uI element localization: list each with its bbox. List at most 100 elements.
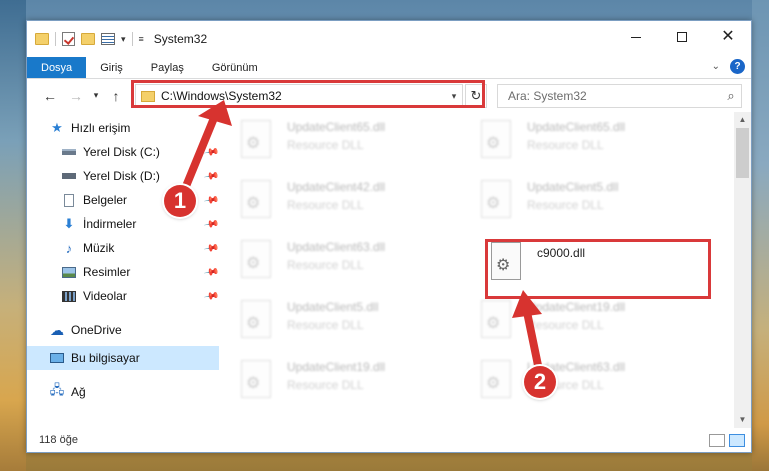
file-item[interactable]: ⚙ UpdateClient63.dll Resource DLL: [241, 240, 461, 290]
properties-check-icon[interactable]: [62, 32, 75, 46]
forward-arrow-icon[interactable]: →: [63, 88, 89, 104]
sidebar-item-network[interactable]: 🖧 Ağ: [27, 380, 219, 404]
sidebar-item-label: Müzik: [83, 241, 115, 255]
close-button[interactable]: ✕: [705, 21, 751, 53]
pin-icon[interactable]: 📌: [203, 264, 220, 280]
toolbar-divider: [55, 32, 56, 46]
file-type: Resource DLL: [287, 258, 364, 272]
gear-icon: ⚙: [486, 315, 501, 332]
desktop-background-left: [0, 0, 26, 471]
sidebar-item-local-disk-d[interactable]: Yerel Disk (D:) 📌: [27, 164, 219, 188]
file-name: UpdateClient65.dll: [527, 120, 626, 134]
file-item[interactable]: ⚙ UpdateClient5.dll Resource DLL: [241, 300, 461, 350]
gear-icon: ⚙: [486, 375, 501, 392]
file-item[interactable]: ⚙ UpdateClient19.dll Resource DLL: [481, 300, 701, 350]
tab-file[interactable]: Dosya: [27, 57, 87, 78]
large-icons-view-icon[interactable]: [729, 434, 745, 447]
up-arrow-icon[interactable]: ↑: [103, 88, 129, 104]
file-name: UpdateClient19.dll: [287, 360, 386, 374]
pin-icon[interactable]: 📌: [203, 240, 220, 256]
gear-icon: ⚙: [486, 135, 501, 152]
folder-icon: [141, 90, 155, 102]
search-icon[interactable]: ⌕: [721, 88, 741, 104]
file-type: Resource DLL: [527, 198, 604, 212]
dll-file-icon: ⚙: [241, 300, 271, 338]
address-path[interactable]: C:\Windows\System32: [161, 89, 446, 103]
navigation-bar: ← → ▾ ↑ C:\Windows\System32 ▾ ↻ Ara: Sys…: [27, 79, 751, 112]
gear-icon: ⚙: [486, 195, 501, 212]
chevron-down-icon[interactable]: ▾: [446, 91, 462, 102]
gear-icon: ⚙: [246, 315, 261, 332]
file-name: UpdateClient19.dll: [527, 300, 626, 314]
properties-icon[interactable]: [101, 33, 115, 45]
tab-view[interactable]: Görünüm: [198, 57, 272, 78]
music-icon: ♪: [65, 240, 73, 256]
sidebar-item-label: Yerel Disk (C:): [83, 145, 160, 159]
back-arrow-icon[interactable]: ←: [37, 88, 63, 104]
window-title: System32: [153, 32, 208, 46]
sidebar-item-label: Videolar: [83, 289, 127, 303]
file-name: UpdateClient63.dll: [287, 240, 386, 254]
file-type: Resource DLL: [287, 318, 364, 332]
scroll-up-icon[interactable]: ▲: [734, 112, 751, 128]
pin-icon[interactable]: 📌: [203, 192, 220, 208]
search-input[interactable]: Ara: System32: [508, 89, 721, 103]
recent-locations-icon[interactable]: ▾: [89, 90, 103, 101]
sidebar-item-quick-access[interactable]: ★ Hızlı erişim: [27, 116, 219, 140]
sidebar-item-music[interactable]: ♪ Müzik 📌: [27, 236, 219, 260]
file-explorer-window: ▾ ≡ System32 ✕ Dosya Giriş Paylaş Görünü…: [26, 20, 752, 453]
file-type: Resource DLL: [527, 138, 604, 152]
file-item[interactable]: ⚙ UpdateClient65.dll Resource DLL: [481, 120, 701, 170]
details-view-icon[interactable]: [709, 434, 725, 447]
dll-file-icon: ⚙: [241, 120, 271, 158]
scroll-down-icon[interactable]: ▼: [734, 412, 751, 428]
file-item[interactable]: ⚙ UpdateClient5.dll Resource DLL: [481, 180, 701, 230]
file-item[interactable]: ⚙ UpdateClient63.dll Resource DLL: [481, 360, 701, 410]
pin-icon[interactable]: 📌: [203, 216, 220, 232]
dll-file-icon: ⚙: [241, 180, 271, 218]
sidebar-item-this-pc[interactable]: Bu bilgisayar: [27, 346, 219, 370]
sidebar-item-label: Resimler: [83, 265, 131, 279]
tab-home[interactable]: Giriş: [86, 57, 137, 78]
sidebar-item-label: Yerel Disk (D:): [83, 169, 160, 183]
customize-toolbar-icon[interactable]: ≡: [139, 34, 144, 44]
file-type: Resource DLL: [527, 318, 604, 332]
file-item[interactable]: ⚙ UpdateClient19.dll Resource DLL: [241, 360, 461, 410]
sidebar-item-label: OneDrive: [71, 323, 122, 337]
gear-icon: ⚙: [246, 195, 261, 212]
help-icon[interactable]: ?: [730, 59, 745, 74]
sidebar-item-downloads[interactable]: ⬇ İndirmeler 📌: [27, 212, 219, 236]
maximize-button[interactable]: [659, 21, 705, 53]
pin-icon[interactable]: 📌: [203, 144, 220, 160]
vertical-scrollbar[interactable]: ▲ ▼: [734, 112, 751, 428]
search-box[interactable]: Ara: System32 ⌕: [497, 84, 742, 108]
expand-ribbon-icon[interactable]: ⌄: [712, 61, 720, 72]
file-item[interactable]: ⚙ UpdateClient42.dll Resource DLL: [241, 180, 461, 230]
title-bar: ▾ ≡ System32 ✕: [27, 21, 751, 57]
sidebar-item-onedrive[interactable]: ☁ OneDrive: [27, 318, 219, 342]
folder-icon[interactable]: [35, 33, 49, 45]
address-bar[interactable]: C:\Windows\System32 ▾: [135, 84, 463, 108]
star-icon: ★: [51, 120, 63, 135]
videos-icon: [61, 289, 77, 303]
file-name: UpdateClient5.dll: [527, 180, 619, 194]
file-item[interactable]: ⚙ UpdateClient65.dll Resource DLL: [241, 120, 461, 170]
navigation-pane: ★ Hızlı erişim Yerel Disk (C:) 📌 Yerel D…: [27, 112, 219, 412]
sidebar-item-videos[interactable]: Videolar 📌: [27, 284, 219, 308]
tab-share[interactable]: Paylaş: [137, 57, 198, 78]
sidebar-item-pictures[interactable]: Resimler 📌: [27, 260, 219, 284]
sidebar-item-local-disk-c[interactable]: Yerel Disk (C:) 📌: [27, 140, 219, 164]
minimize-button[interactable]: [613, 21, 659, 53]
pin-icon[interactable]: 📌: [203, 288, 220, 304]
scrollbar-thumb[interactable]: [736, 128, 749, 178]
cloud-icon: ☁: [50, 321, 64, 338]
file-name: UpdateClient42.dll: [287, 180, 386, 194]
new-folder-icon[interactable]: [81, 33, 95, 45]
chevron-down-icon[interactable]: ▾: [121, 34, 126, 45]
toolbar-divider: [131, 32, 133, 46]
pin-icon[interactable]: 📌: [203, 168, 220, 184]
ribbon-tabs: Dosya Giriş Paylaş Görünüm ⌄ ?: [27, 57, 751, 79]
refresh-button[interactable]: ↻: [465, 84, 487, 108]
